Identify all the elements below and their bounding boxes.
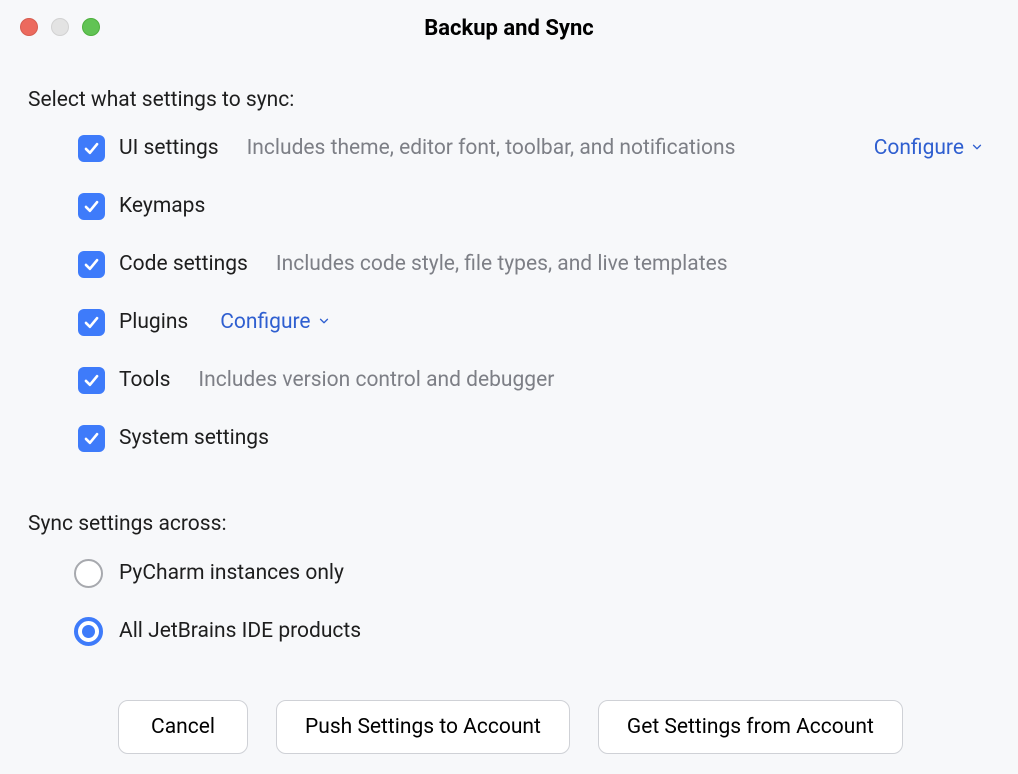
cancel-button[interactable]: Cancel <box>118 700 248 754</box>
window-title: Backup and Sync <box>0 16 1018 41</box>
checkbox-plugins[interactable] <box>78 309 105 336</box>
item-label: System settings <box>119 426 269 450</box>
configure-label: Configure <box>220 310 310 334</box>
radio-label: PyCharm instances only <box>119 561 344 585</box>
item-desc: Includes version control and debugger <box>198 368 554 392</box>
maximize-icon[interactable] <box>82 18 100 36</box>
titlebar: Backup and Sync <box>0 0 1018 48</box>
chevron-down-icon <box>970 136 984 160</box>
checkbox-ui-settings[interactable] <box>78 135 105 162</box>
check-icon <box>82 197 101 216</box>
sync-item-keymaps: Keymaps <box>78 192 990 220</box>
configure-label: Configure <box>874 136 964 160</box>
item-label: Plugins <box>119 310 188 334</box>
buttons-bar: Cancel Push Settings to Account Get Sett… <box>0 700 1018 754</box>
sync-item-ui-settings: UI settings Includes theme, editor font,… <box>78 134 990 162</box>
item-desc: Includes code style, file types, and liv… <box>276 252 728 276</box>
check-icon <box>82 255 101 274</box>
radio-pycharm-only[interactable] <box>74 559 103 588</box>
radio-label: All JetBrains IDE products <box>119 619 361 643</box>
configure-ui-settings-link[interactable]: Configure <box>874 136 984 160</box>
window-controls <box>20 18 100 36</box>
sync-item-code-settings: Code settings Includes code style, file … <box>78 250 990 278</box>
item-label: UI settings <box>119 136 219 160</box>
radio-all-jetbrains[interactable] <box>74 617 103 646</box>
get-settings-button[interactable]: Get Settings from Account <box>598 700 903 754</box>
check-icon <box>82 429 101 448</box>
minimize-icon <box>51 18 69 36</box>
select-heading: Select what settings to sync: <box>28 88 990 112</box>
sync-item-plugins: Plugins Configure <box>78 308 990 336</box>
check-icon <box>82 139 101 158</box>
configure-plugins-link[interactable]: Configure <box>220 310 330 334</box>
item-label: Keymaps <box>119 194 205 218</box>
sync-item-system-settings: System settings <box>78 424 990 452</box>
check-icon <box>82 371 101 390</box>
sync-item-tools: Tools Includes version control and debug… <box>78 366 990 394</box>
checkbox-keymaps[interactable] <box>78 193 105 220</box>
chevron-down-icon <box>317 310 331 334</box>
check-icon <box>82 313 101 332</box>
item-label: Tools <box>119 368 170 392</box>
checkbox-system-settings[interactable] <box>78 425 105 452</box>
item-desc: Includes theme, editor font, toolbar, an… <box>247 136 736 160</box>
radio-row-all-jetbrains[interactable]: All JetBrains IDE products <box>74 616 990 646</box>
checkbox-code-settings[interactable] <box>78 251 105 278</box>
push-settings-button[interactable]: Push Settings to Account <box>276 700 570 754</box>
item-label: Code settings <box>119 252 248 276</box>
radio-row-pycharm[interactable]: PyCharm instances only <box>74 558 990 588</box>
checkbox-tools[interactable] <box>78 367 105 394</box>
close-icon[interactable] <box>20 18 38 36</box>
across-heading: Sync settings across: <box>28 512 990 536</box>
